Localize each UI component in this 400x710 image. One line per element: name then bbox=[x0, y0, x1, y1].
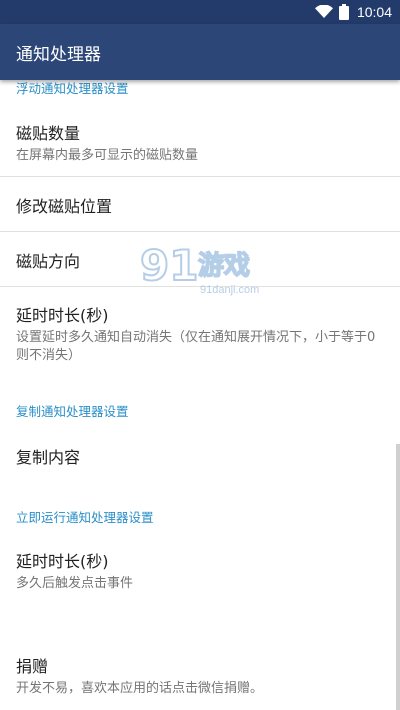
pref-float-delay[interactable]: 延时时长(秒) 设置延时多久通知自动消失（仅在通知展开情况下，小于等于0则不消失… bbox=[16, 302, 386, 365]
pref-summary: 开发不易，喜欢本应用的话点击微信捐赠。 bbox=[16, 681, 264, 696]
pref-title: 修改磁贴位置 bbox=[16, 197, 113, 216]
scrollbar[interactable] bbox=[396, 444, 400, 710]
category-header-run: 立即运行通知处理器设置 bbox=[16, 510, 154, 525]
pref-run-delay[interactable]: 延时时长(秒) 多久后触发点击事件 bbox=[16, 548, 386, 593]
pref-tile-count[interactable]: 磁贴数量 在屏幕内最多可显示的磁贴数量 bbox=[16, 120, 386, 165]
page-title: 通知处理器 bbox=[16, 44, 101, 65]
settings-list[interactable]: 浮动通知处理器设置 磁贴数量 在屏幕内最多可显示的磁贴数量 修改磁贴位置 磁贴方… bbox=[0, 80, 400, 710]
pref-title: 捐赠 bbox=[16, 657, 49, 676]
pref-summary: 多久后触发点击事件 bbox=[16, 576, 134, 591]
pref-donate[interactable]: 捐赠 开发不易，喜欢本应用的话点击微信捐赠。 bbox=[16, 653, 386, 698]
pref-title: 磁贴数量 bbox=[16, 124, 81, 143]
divider bbox=[0, 176, 400, 177]
clock: 10:04 bbox=[356, 4, 392, 20]
pref-copy-content[interactable]: 复制内容 bbox=[16, 444, 386, 468]
app-bar: 通知处理器 bbox=[0, 24, 400, 80]
divider bbox=[0, 231, 400, 232]
category-header-copy: 复制通知处理器设置 bbox=[16, 404, 129, 419]
pref-title: 磁贴方向 bbox=[16, 252, 81, 271]
pref-tile-direction[interactable]: 磁贴方向 bbox=[16, 248, 386, 272]
pref-summary: 设置延时多久通知自动消失（仅在通知展开情况下，小于等于0则不消失） bbox=[16, 330, 376, 363]
category-header-floating: 浮动通知处理器设置 bbox=[16, 81, 129, 96]
status-bar: 10:04 bbox=[0, 0, 400, 24]
pref-title: 复制内容 bbox=[16, 448, 81, 467]
pref-title: 延时时长(秒) bbox=[16, 552, 109, 571]
divider bbox=[0, 286, 400, 287]
battery-icon bbox=[338, 4, 349, 20]
pref-tile-position[interactable]: 修改磁贴位置 bbox=[16, 193, 386, 217]
pref-summary: 在屏幕内最多可显示的磁贴数量 bbox=[16, 148, 199, 163]
pref-title: 延时时长(秒) bbox=[16, 306, 109, 325]
wifi-icon bbox=[314, 5, 333, 18]
